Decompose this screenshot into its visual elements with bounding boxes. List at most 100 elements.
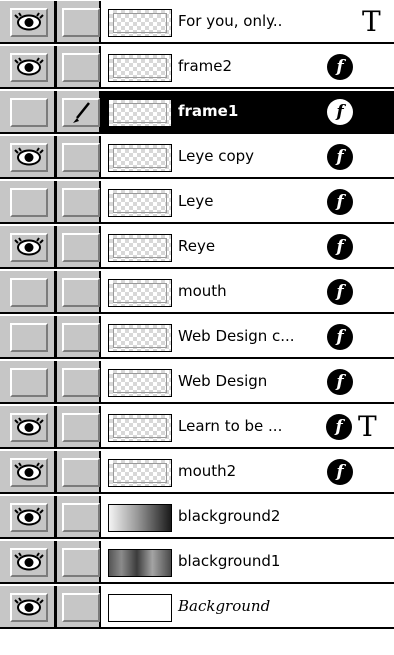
layer-name[interactable]: Background [178,597,270,615]
edit-link-toggle[interactable] [62,593,100,622]
edit-link-toggle[interactable] [62,503,100,532]
layer-thumbnail[interactable] [108,54,172,82]
column-divider [54,1,57,42]
layer-name[interactable]: Reye [178,237,215,255]
layer-effects-icon[interactable]: f [327,279,353,305]
layer-thumbnail[interactable] [108,99,172,127]
layers-panel: For you, only.. Tframe2 f frame1 f Leye copy f… [0,0,394,655]
layer-name[interactable]: mouth [178,282,227,300]
layer-row[interactable]: Background [0,586,394,629]
edit-link-toggle[interactable] [62,8,100,37]
thumbnail-content [113,463,167,483]
layer-thumbnail[interactable] [108,549,172,577]
layer-thumbnail[interactable] [108,9,172,37]
column-divider [54,361,57,402]
layer-thumbnail[interactable] [108,459,172,487]
layer-row[interactable]: frame1 f [0,91,394,134]
type-layer-icon: T [358,410,377,443]
layer-thumbnail[interactable] [108,324,172,352]
layer-row[interactable]: Web Design c... f [0,316,394,359]
column-divider [54,46,57,87]
layer-effects-icon[interactable]: f [327,99,353,125]
visibility-toggle[interactable] [10,458,48,487]
visibility-toggle[interactable] [10,278,48,307]
edit-link-toggle[interactable] [62,278,100,307]
layer-effects-icon[interactable]: f [327,54,353,80]
visibility-toggle[interactable] [10,8,48,37]
edit-link-toggle[interactable] [62,368,100,397]
visibility-toggle[interactable] [10,233,48,262]
layer-row[interactable]: frame2 f [0,46,394,89]
thumbnail-content [113,58,167,78]
edit-link-toggle[interactable] [62,143,100,172]
layer-effects-icon[interactable]: f [327,234,353,260]
layer-row[interactable]: Reye f [0,226,394,269]
thumbnail-content [113,103,167,123]
visibility-toggle[interactable] [10,503,48,532]
layer-name[interactable]: mouth2 [178,462,236,480]
column-divider [54,406,57,447]
visibility-toggle[interactable] [10,143,48,172]
layer-effects-icon[interactable]: f [327,144,353,170]
layer-row[interactable]: mouth f [0,271,394,314]
layer-name[interactable]: frame2 [178,57,232,75]
visibility-toggle[interactable] [10,413,48,442]
thumbnail-content [113,418,167,438]
layer-name[interactable]: blackground1 [178,552,280,570]
thumbnail-content [113,148,167,168]
layer-name[interactable]: For you, only.. [178,12,282,30]
layer-effects-icon[interactable]: f [327,189,353,215]
edit-link-toggle[interactable] [62,188,100,217]
layer-name[interactable]: Web Design c... [178,327,295,345]
layer-thumbnail[interactable] [108,369,172,397]
visibility-toggle[interactable] [10,188,48,217]
visibility-toggle[interactable] [10,548,48,577]
visibility-toggle[interactable] [10,593,48,622]
layer-name[interactable]: Leye copy [178,147,254,165]
layer-thumbnail[interactable] [108,594,172,622]
layer-name[interactable]: frame1 [178,102,238,120]
layer-thumbnail[interactable] [108,414,172,442]
layer-name[interactable]: Leye [178,192,213,210]
layer-thumbnail[interactable] [108,504,172,532]
layer-row[interactable]: Learn to be ... f T [0,406,394,449]
column-divider [54,226,57,267]
layer-effects-icon[interactable]: f [326,414,352,440]
layer-row[interactable]: Leye f [0,181,394,224]
type-layer-icon: T [362,5,381,38]
layer-thumbnail[interactable] [108,234,172,262]
layer-thumbnail[interactable] [108,189,172,217]
thumbnail-content [113,238,167,258]
column-divider [54,316,57,357]
layer-row[interactable]: Leye copy f [0,136,394,179]
layer-row[interactable]: blackground2 [0,496,394,539]
layer-name[interactable]: Web Design [178,372,267,390]
layer-row[interactable]: For you, only.. T [0,1,394,44]
visibility-toggle[interactable] [10,53,48,82]
layer-effects-icon[interactable]: f [327,459,353,485]
column-divider [54,496,57,537]
edit-link-toggle[interactable] [62,413,100,442]
visibility-toggle[interactable] [10,368,48,397]
column-divider [54,586,57,627]
layer-effects-icon[interactable]: f [327,369,353,395]
layer-name[interactable]: blackground2 [178,507,280,525]
layer-effects-icon[interactable]: f [327,324,353,350]
layer-thumbnail[interactable] [108,144,172,172]
column-divider [54,91,57,132]
edit-link-toggle[interactable] [62,53,100,82]
layer-name[interactable]: Learn to be ... [178,417,282,435]
edit-link-toggle[interactable] [62,98,100,127]
edit-link-toggle[interactable] [62,458,100,487]
layer-row[interactable]: blackground1 [0,541,394,584]
edit-link-toggle[interactable] [62,233,100,262]
layer-row[interactable]: mouth2 f [0,451,394,494]
column-divider [54,181,57,222]
edit-link-toggle[interactable] [62,548,100,577]
column-divider [54,541,57,582]
layer-thumbnail[interactable] [108,279,172,307]
edit-link-toggle[interactable] [62,323,100,352]
layer-row[interactable]: Web Design f [0,361,394,404]
visibility-toggle[interactable] [10,323,48,352]
visibility-toggle[interactable] [10,98,48,127]
